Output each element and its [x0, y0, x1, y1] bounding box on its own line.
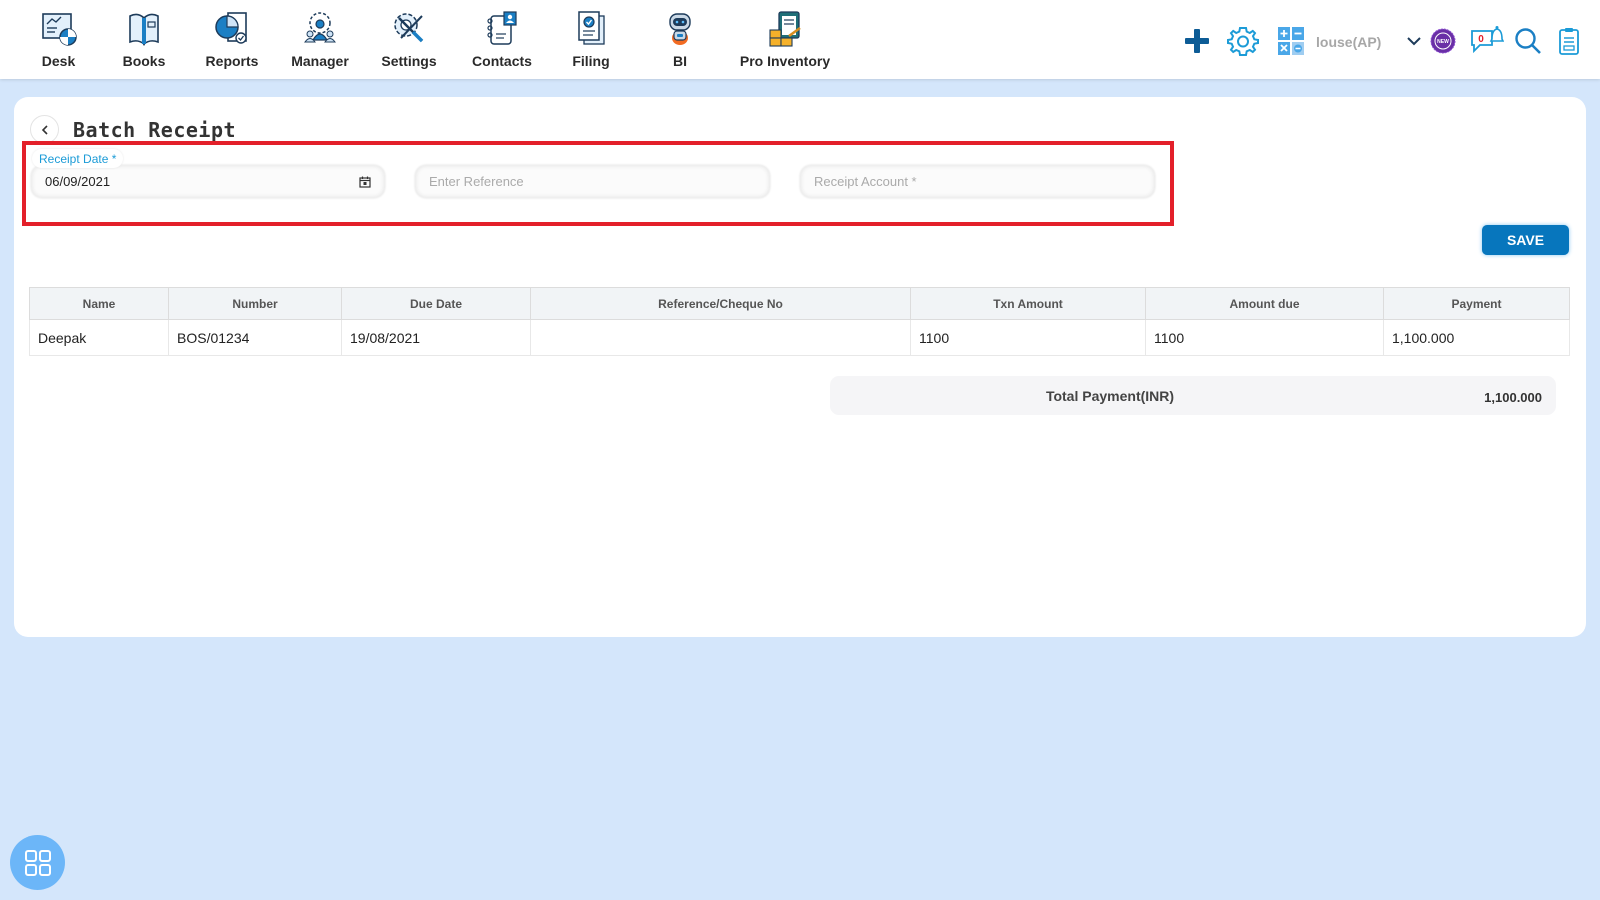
table-header-row: Name Number Due Date Reference/Cheque No… [29, 287, 1570, 320]
nav-item-desk[interactable]: Desk [36, 6, 81, 74]
column-header-number: Number [168, 287, 342, 320]
nav-label: Books [122, 53, 166, 69]
column-header-name: Name [29, 287, 169, 320]
nav-label: Settings [381, 53, 437, 69]
filing-icon [578, 11, 605, 45]
inventory-icon [769, 11, 801, 47]
search-icon [1515, 28, 1541, 54]
clipboard-button[interactable] [1552, 24, 1586, 58]
desk-icon [41, 13, 77, 46]
books-icon [129, 13, 159, 46]
calculator-icon [1278, 27, 1304, 55]
reference-field[interactable] [415, 165, 770, 198]
nav-item-filing[interactable]: Filing [568, 6, 614, 74]
calculator-button[interactable] [1274, 24, 1308, 58]
column-header-due-date: Due Date [341, 287, 531, 320]
nav-item-books[interactable]: Books [121, 6, 167, 74]
reports-icon [215, 12, 247, 44]
column-header-payment: Payment [1383, 287, 1570, 320]
whats-new-button[interactable]: NEW [1426, 24, 1460, 58]
chevron-left-icon [41, 124, 48, 135]
receipt-account-input[interactable] [814, 165, 1116, 198]
total-payment-label: Total Payment(INR) [1045, 388, 1175, 404]
batch-receipt-card: Batch Receipt Receipt Date * SAVE Name N… [14, 97, 1586, 637]
cell-reference[interactable] [530, 319, 911, 356]
chat-bell-icon: 0 [1471, 26, 1504, 54]
nav-item-manager[interactable]: Manager [290, 6, 350, 74]
apps-menu-button[interactable] [10, 835, 65, 890]
receipt-date-field[interactable] [31, 165, 385, 198]
receipt-table: Name Number Due Date Reference/Cheque No… [29, 287, 1570, 356]
nav-label: BI [673, 53, 687, 69]
add-button[interactable] [1180, 24, 1214, 58]
manager-icon [304, 12, 336, 43]
cell-payment[interactable]: 1,100.000 [1383, 319, 1570, 356]
cell-due-date: 19/08/2021 [341, 319, 531, 356]
total-payment-value: 1,100.000 [1484, 390, 1542, 405]
calendar-icon[interactable] [359, 176, 371, 188]
company-name[interactable]: louse(AP) [1316, 34, 1381, 50]
back-button[interactable] [30, 115, 59, 144]
nav-item-reports[interactable]: Reports [204, 6, 260, 74]
column-header-txn-amount: Txn Amount [910, 287, 1146, 320]
reference-input[interactable] [429, 165, 731, 198]
nav-label: Pro Inventory [739, 53, 831, 69]
grid-icon [24, 849, 51, 876]
cell-txn-amount: 1100 [910, 319, 1146, 356]
robot-icon [669, 13, 691, 45]
nav-item-settings[interactable]: Settings [380, 6, 438, 74]
settings-tools-icon [394, 13, 424, 43]
column-header-amount-due: Amount due [1145, 287, 1384, 320]
svg-text:NEW: NEW [1437, 39, 1449, 45]
new-badge-icon: NEW [1430, 28, 1456, 54]
cell-number: BOS/01234 [168, 319, 342, 356]
total-payment-box: Total Payment(INR) 1,100.000 [830, 376, 1556, 415]
nav-label: Desk [41, 53, 76, 69]
gear-icon [1227, 27, 1259, 56]
svg-text:0: 0 [1478, 34, 1484, 45]
page-title: Batch Receipt [73, 118, 237, 142]
cell-name: Deepak [29, 319, 169, 356]
top-navigation-bar: Desk Books Reports Manager Settings Cont… [0, 0, 1600, 79]
cell-amount-due: 1100 [1145, 319, 1384, 356]
nav-label: Reports [205, 53, 259, 69]
column-header-reference: Reference/Cheque No [530, 287, 911, 320]
notifications-button[interactable]: 0 [1469, 23, 1505, 57]
receipt-date-label: Receipt Date * [32, 149, 124, 168]
nav-item-contacts[interactable]: Contacts [470, 6, 534, 74]
nav-item-bi[interactable]: BI [660, 6, 700, 74]
receipt-account-field[interactable] [800, 165, 1155, 198]
nav-label: Manager [291, 53, 349, 69]
nav-label: Contacts [472, 53, 532, 69]
table-row[interactable]: Deepak BOS/01234 19/08/2021 1100 1100 1,… [29, 319, 1570, 356]
save-button[interactable]: SAVE [1482, 225, 1569, 255]
clipboard-icon [1559, 28, 1579, 55]
receipt-date-input[interactable] [45, 165, 346, 198]
plus-icon [1185, 29, 1209, 53]
chevron-down-icon [1407, 37, 1421, 46]
nav-label: Filing [572, 53, 610, 69]
settings-button[interactable] [1226, 24, 1260, 58]
contacts-icon [487, 11, 517, 45]
search-button[interactable] [1511, 24, 1545, 58]
nav-item-pro-inventory[interactable]: Pro Inventory [735, 6, 835, 74]
